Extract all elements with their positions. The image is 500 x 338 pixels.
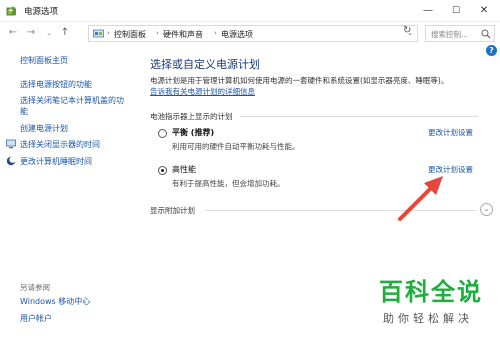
display-icon <box>6 139 16 149</box>
breadcrumb-hardware-sound[interactable]: 硬件和声音 <box>163 29 203 40</box>
high-performance-plan-name[interactable]: 高性能 <box>172 164 196 175</box>
description-text: 电源计划是用于管理计算机如何使用电源的一套硬件和系统设置(如显示器亮度、睡眠等)… <box>150 76 449 85</box>
maximize-button[interactable]: ☐ <box>442 0 470 22</box>
page-description: 电源计划是用于管理计算机如何使用电源的一套硬件和系统设置(如显示器亮度、睡眠等)… <box>150 75 470 97</box>
show-additional-plans-label[interactable]: 显示附加计划 <box>150 205 195 216</box>
sidebar-item-control-panel-home[interactable]: 控制面板主页 <box>20 55 68 66</box>
high-performance-plan-description: 有利于提高性能，但会增加功耗。 <box>172 179 285 188</box>
group-divider <box>240 116 478 117</box>
help-icon[interactable]: ? <box>486 45 497 56</box>
breadcrumb-separator-icon: › <box>156 29 159 37</box>
breadcrumb-separator-icon: › <box>107 29 110 37</box>
breadcrumb-control-panel[interactable]: 控制面板 <box>114 29 146 40</box>
watermark-logo: 百科全说 助你轻松解决 <box>365 272 500 338</box>
search-placeholder: 搜索控制... <box>431 30 469 39</box>
recent-dropdown-icon[interactable]: ⌄ <box>42 26 56 40</box>
forward-arrow-icon[interactable]: → <box>24 26 38 40</box>
high-performance-change-settings-link[interactable]: 更改计划设置 <box>428 164 473 175</box>
close-button[interactable]: ✕ <box>470 0 498 22</box>
sleep-moon-icon <box>6 156 16 166</box>
control-panel-icon <box>93 29 104 38</box>
back-arrow-icon[interactable]: ← <box>6 26 20 40</box>
address-bar[interactable]: › 控制面板 › 硬件和声音 › 电源选项 ⌄ <box>88 25 418 42</box>
balanced-plan-radio[interactable] <box>158 129 167 138</box>
sidebar-item-lid-close[interactable]: 选择关闭笔记本计算机盖的功 <box>20 95 124 106</box>
balanced-plan-description: 利用可用的硬件自动平衡功耗与性能。 <box>172 142 300 151</box>
balanced-plan-name[interactable]: 平衡 (推荐) <box>172 127 214 138</box>
search-input[interactable]: 搜索控制... <box>425 25 495 42</box>
minimize-button[interactable]: — <box>414 0 442 22</box>
balanced-change-settings-link[interactable]: 更改计划设置 <box>428 127 473 138</box>
sidebar-item-lid-close-cont[interactable]: 能 <box>20 106 28 117</box>
extra-plans-divider <box>205 210 477 211</box>
power-plan-info-link[interactable]: 告诉我有关电源计划的详细信息 <box>150 87 255 96</box>
breadcrumb-separator-icon: › <box>214 29 217 37</box>
title-bar: 电源选项 — ☐ ✕ <box>0 0 500 22</box>
sidebar-item-power-button[interactable]: 选择电源按钮的功能 <box>20 79 92 90</box>
watermark-subtitle: 助你轻松解决 <box>383 312 473 325</box>
see-also-mobility-center[interactable]: Windows 移动中心 <box>20 296 90 307</box>
see-also-user-accounts[interactable]: 用户帐户 <box>20 313 52 324</box>
watermark-title: 百科全说 <box>379 278 483 306</box>
chevron-down-icon[interactable]: ⌄ <box>480 203 493 216</box>
plan-group-label: 电池指示器上显示的计划 <box>150 112 233 121</box>
window-title: 电源选项 <box>24 7 59 17</box>
page-title: 选择或自定义电源计划 <box>150 58 260 71</box>
high-performance-plan-radio[interactable] <box>158 166 167 175</box>
refresh-icon[interactable]: ↻ <box>403 25 411 36</box>
sidebar-item-create-plan[interactable]: 创建电源计划 <box>20 123 68 134</box>
see-also-label: 另请参阅 <box>20 283 50 292</box>
breadcrumb-power-options[interactable]: 电源选项 <box>221 29 253 40</box>
up-arrow-icon[interactable]: ↑ <box>58 26 72 40</box>
search-icon <box>481 29 491 39</box>
navigation-bar: ← → ⌄ ↑ › 控制面板 › 硬件和声音 › 电源选项 ⌄ ↻ 搜索控制..… <box>0 22 500 44</box>
sidebar-item-display-off[interactable]: 选择关闭显示器的时间 <box>20 139 100 150</box>
power-options-icon <box>6 6 16 16</box>
sidebar-item-sleep-time[interactable]: 更改计算机睡眠时间 <box>20 156 92 167</box>
